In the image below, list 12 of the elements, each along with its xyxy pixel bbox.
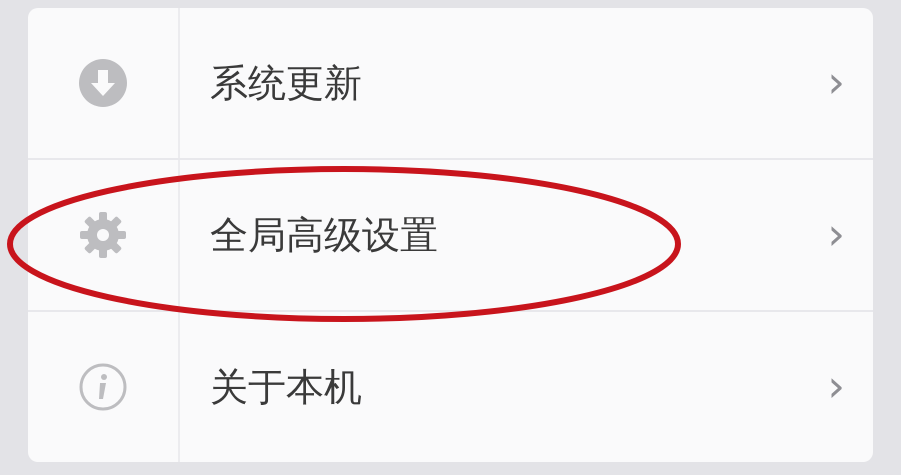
chevron: ›: [827, 365, 845, 409]
info-icon: [78, 362, 128, 412]
menu-item[interactable]: 系统更新 ›: [28, 8, 873, 160]
menu-item-label: 全局高级设置: [210, 212, 439, 258]
gear-icon: [78, 210, 128, 260]
menu-item-label: 系统更新: [210, 60, 363, 106]
menu-item[interactable]: 关于本机 ›: [28, 312, 873, 462]
menu-item-label: 关于本机: [210, 364, 363, 410]
download-icon: [78, 58, 128, 108]
chevron: ›: [827, 61, 845, 105]
menu-item[interactable]: 全局高级设置 ›: [28, 160, 873, 312]
chevron: ›: [827, 213, 845, 257]
